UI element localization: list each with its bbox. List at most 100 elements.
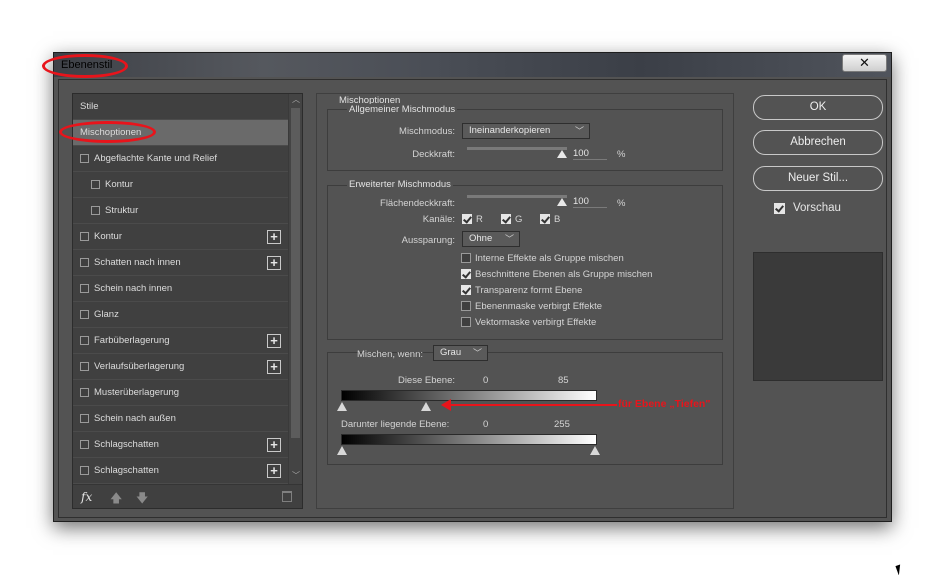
style-item-label: Stile — [80, 101, 99, 112]
opacity-unit: % — [617, 149, 626, 160]
style-item-label: Struktur — [105, 205, 139, 216]
style-item-checkbox[interactable] — [80, 258, 89, 267]
preview-label: Vorschau — [793, 202, 841, 214]
style-item-checkbox[interactable] — [80, 414, 89, 423]
add-effect-icon[interactable]: + — [267, 360, 281, 374]
general-blending-group — [327, 109, 723, 171]
channel-label: R — [476, 214, 483, 225]
add-effect-icon[interactable]: + — [267, 464, 281, 478]
channel-checkbox[interactable] — [501, 214, 511, 224]
channel-checkbox[interactable] — [540, 214, 550, 224]
chevron-down-icon: ﹀ — [574, 126, 584, 136]
close-button[interactable]: ✕ — [842, 54, 887, 72]
opacity-label: Deckkraft: — [412, 149, 455, 160]
style-item[interactable]: Musterüberlagerung — [73, 380, 288, 406]
opacity-slider-thumb[interactable] — [557, 150, 567, 158]
underlying-black-slider[interactable] — [337, 446, 347, 455]
style-item[interactable]: Schlagschatten + — [73, 432, 288, 458]
style-item-checkbox[interactable] — [80, 466, 89, 475]
style-item[interactable]: Kontur + — [73, 224, 288, 250]
fill-opacity-slider-thumb[interactable] — [557, 198, 567, 206]
style-item-checkbox[interactable] — [80, 284, 89, 293]
blend-if-dropdown[interactable]: Grau ﹀ — [433, 345, 488, 361]
style-item-checkbox[interactable] — [80, 232, 89, 241]
arrow-up-icon[interactable]: 🡅 — [110, 489, 122, 510]
style-item[interactable]: Schlagschatten + — [73, 458, 288, 484]
style-item-checkbox[interactable] — [80, 440, 89, 449]
ok-button[interactable]: OK — [753, 95, 883, 120]
this-layer-white-slider[interactable] — [421, 402, 431, 411]
knockout-label: Aussparung: — [401, 235, 455, 246]
blend-mode-value: Ineinanderkopieren — [469, 125, 551, 136]
add-effect-icon[interactable]: + — [267, 230, 281, 244]
advanced-option-checkbox[interactable] — [461, 253, 471, 263]
advanced-option-checkbox[interactable] — [461, 301, 471, 311]
general-blending-title: Allgemeiner Mischmodus — [347, 104, 458, 115]
style-item-label: Verlaufsüberlagerung — [94, 361, 185, 372]
style-item-label: Schlagschatten — [94, 439, 159, 450]
blend-mode-dropdown[interactable]: Ineinanderkopieren ﹀ — [462, 123, 590, 139]
underlying-layer-gradient — [341, 434, 597, 445]
preview-checkbox[interactable] — [774, 203, 785, 214]
style-item[interactable]: Schein nach außen — [73, 406, 288, 432]
style-item[interactable]: Stile — [73, 94, 288, 120]
channels-label: Kanäle: — [422, 214, 455, 225]
this-layer-black-slider[interactable] — [337, 402, 347, 411]
fill-opacity-input[interactable]: 100 — [573, 196, 607, 208]
style-item-checkbox[interactable] — [80, 362, 89, 371]
layer-style-dialog: Ebenenstil ✕ Stile Mischoptionen Abgeflach… — [53, 52, 892, 522]
scrollbar-thumb[interactable] — [291, 108, 300, 438]
blend-if-label: Mischen, wenn: — [357, 349, 424, 360]
channel-label: G — [515, 214, 523, 225]
preview-thumbnail — [753, 252, 883, 381]
underlying-white-slider[interactable] — [590, 446, 600, 455]
close-icon: ✕ — [859, 55, 870, 70]
opacity-slider-track[interactable] — [467, 147, 567, 150]
arrow-down-icon[interactable]: 🡇 — [136, 489, 148, 510]
advanced-option-checkbox[interactable] — [461, 269, 471, 279]
cancel-button[interactable]: Abbrechen — [753, 130, 883, 155]
style-item[interactable]: Farbüberlagerung + — [73, 328, 288, 354]
style-item[interactable]: Abgeflachte Kante und Relief — [73, 146, 288, 172]
new-style-button[interactable]: Neuer Stil... — [753, 166, 883, 191]
style-item-checkbox[interactable] — [80, 336, 89, 345]
underlying-low-value: 0 — [483, 419, 489, 430]
style-item[interactable]: Struktur — [73, 198, 288, 224]
scroll-up-icon[interactable]: ︿ — [289, 94, 303, 106]
style-item-label: Farbüberlagerung — [94, 335, 170, 346]
add-effect-icon[interactable]: + — [267, 438, 281, 452]
advanced-option-checkbox[interactable] — [461, 285, 471, 295]
title-bar[interactable]: Ebenenstil ✕ — [54, 53, 891, 77]
annotation-arrow-line — [449, 404, 617, 406]
fill-opacity-slider-track[interactable] — [467, 195, 567, 198]
underlying-layer-label: Darunter liegende Ebene: — [341, 419, 450, 430]
styles-scrollbar[interactable]: ︿ ﹀ — [288, 94, 302, 484]
add-effect-icon[interactable]: + — [267, 256, 281, 270]
add-effect-icon[interactable]: + — [267, 334, 281, 348]
fill-opacity-label: Flächendeckkraft: — [380, 198, 455, 209]
style-item[interactable]: Kontur — [73, 172, 288, 198]
style-item-checkbox[interactable] — [91, 180, 100, 189]
advanced-option-checkbox[interactable] — [461, 317, 471, 327]
advanced-option-label: Transparenz formt Ebene — [475, 285, 583, 296]
style-item[interactable]: Mischoptionen — [73, 120, 288, 146]
trash-icon[interactable] — [282, 491, 292, 502]
style-item-checkbox[interactable] — [91, 206, 100, 215]
fill-opacity-value: 100 — [573, 196, 589, 207]
channel-label: B — [554, 214, 561, 225]
style-item[interactable]: Schein nach innen — [73, 276, 288, 302]
channel-checkbox[interactable] — [462, 214, 472, 224]
advanced-blending-title: Erweiterter Mischmodus — [347, 179, 453, 190]
style-item-checkbox[interactable] — [80, 388, 89, 397]
knockout-dropdown[interactable]: Ohne ﹀ — [462, 231, 520, 247]
style-item[interactable]: Verlaufsüberlagerung + — [73, 354, 288, 380]
fx-icon[interactable]: fx — [81, 490, 92, 504]
underlying-high-value: 255 — [554, 419, 570, 430]
scroll-down-icon[interactable]: ﹀ — [289, 470, 303, 482]
style-item[interactable]: Glanz — [73, 302, 288, 328]
style-item[interactable]: Schatten nach innen + — [73, 250, 288, 276]
style-item-checkbox[interactable] — [80, 154, 89, 163]
styles-list: Stile Mischoptionen Abgeflachte Kante und … — [73, 94, 288, 484]
opacity-input[interactable]: 100 — [573, 148, 607, 160]
style-item-checkbox[interactable] — [80, 310, 89, 319]
